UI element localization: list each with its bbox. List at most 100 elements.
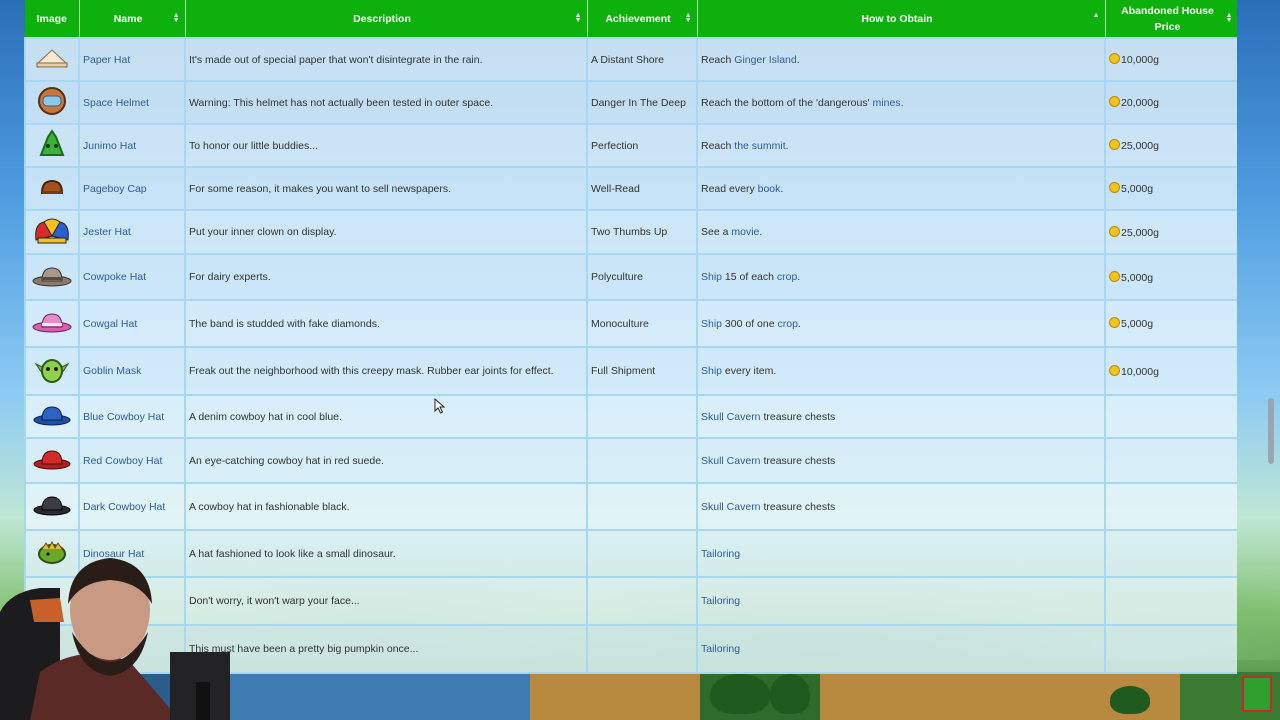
description-cell: Warning: This helmet has not actually be… — [184, 80, 588, 125]
tree-decoration — [710, 674, 770, 714]
obtain-text: See a — [701, 226, 732, 238]
hat-description: A denim cowboy hat in cool blue. — [189, 410, 342, 423]
column-header-name[interactable]: Name ▲ ▼ — [79, 0, 186, 38]
goblin-mask-icon — [34, 356, 70, 387]
hat-image-cell — [24, 123, 80, 168]
obtain-link[interactable]: Tailoring — [701, 643, 740, 655]
hat-name-cell: Paper Hat — [78, 37, 186, 82]
description-cell: Put your inner clown on display. — [184, 209, 588, 255]
hat-name-link[interactable]: Paper Hat — [83, 54, 130, 66]
sort-icon[interactable]: ▲ ▼ — [173, 12, 180, 24]
obtain-link[interactable]: crop — [777, 318, 797, 330]
hat-name-link[interactable]: Jester Hat — [83, 226, 131, 238]
hat-name-link[interactable]: Cowpoke Hat — [83, 271, 146, 283]
price-cell: 5,000g — [1104, 166, 1237, 211]
scrollbar-thumb[interactable] — [1268, 398, 1274, 464]
dark-cowboy-hat-icon — [32, 493, 72, 520]
sort-icon[interactable]: ▲ ▼ — [1226, 12, 1233, 24]
hat-name-link[interactable]: Pageboy Cap — [83, 183, 147, 195]
gold-coin-icon — [1109, 317, 1120, 328]
description-cell: To honor our little buddies... — [184, 123, 588, 168]
obtain-link[interactable]: movie — [731, 226, 759, 238]
hat-name-link[interactable]: Space Helmet — [83, 97, 149, 109]
column-header-how-to-obtain[interactable]: How to Obtain ▲ — [697, 0, 1106, 38]
description-cell: A hat fashioned to look like a small din… — [184, 529, 588, 578]
how-to-obtain-cell: Read every book. — [696, 166, 1106, 211]
how-to-obtain-cell: Skull Cavern treasure chests — [696, 437, 1106, 484]
achievement-cell: Well-Read — [586, 166, 698, 211]
space-helmet-icon — [35, 86, 69, 119]
how-to-obtain-cell: Reach the summit. — [696, 123, 1106, 168]
hat-name-cell: Pageboy Cap — [78, 166, 186, 211]
obtain-text: Reach — [701, 53, 735, 66]
table-row: Junimo Hat To honor our little buddies...… — [24, 123, 1237, 168]
achievement-name: Two Thumbs Up — [591, 226, 668, 238]
obtain-link[interactable]: Tailoring — [701, 548, 740, 560]
price-cell — [1104, 576, 1237, 626]
hat-name-link[interactable]: Red Cowboy Hat — [83, 455, 162, 467]
cowpoke-hat-icon — [31, 264, 73, 291]
description-cell: For some reason, it makes you want to se… — [184, 166, 588, 211]
hat-name-link[interactable]: Blue Cowboy Hat — [83, 411, 164, 423]
description-cell: It's made out of special paper that won'… — [184, 37, 588, 82]
hat-name-cell: Cowgal Hat — [78, 299, 186, 348]
column-header-achievement[interactable]: Achievement ▲ ▼ — [587, 0, 698, 38]
sort-icon[interactable]: ▲ ▼ — [685, 12, 692, 24]
gold-coin-icon — [1109, 182, 1120, 193]
obtain-link[interactable]: Skull Cavern — [701, 501, 761, 513]
column-header-description[interactable]: Description ▲ ▼ — [185, 0, 588, 38]
description-cell: This must have been a pretty big pumpkin… — [184, 624, 588, 674]
description-cell: For dairy experts. — [184, 253, 588, 301]
obtain-link[interactable]: Ship — [701, 365, 722, 377]
page-scrollbar[interactable] — [1267, 0, 1275, 720]
sort-ascending-icon[interactable]: ▲ — [1093, 12, 1100, 19]
hat-name-link[interactable]: Goblin Mask — [83, 365, 141, 377]
obtain-link[interactable]: mines — [873, 97, 901, 109]
achievement-name: Well-Read — [591, 182, 640, 195]
price-value: 20,000g — [1121, 97, 1159, 109]
hat-name-link[interactable]: Cowgal Hat — [83, 318, 137, 330]
achievement-name: Full Shipment — [591, 365, 656, 377]
hat-image-cell — [24, 437, 80, 484]
price-cell — [1104, 437, 1237, 484]
hat-name-cell: Dark Cowboy Hat — [78, 482, 186, 531]
obtain-link[interactable]: Skull Cavern — [701, 411, 761, 423]
gold-coin-icon — [1109, 225, 1120, 237]
obtain-link[interactable]: book — [758, 183, 781, 195]
hat-name-cell: Cowpoke Hat — [78, 253, 186, 301]
table-row: Red Cowboy Hat An eye-catching cowboy hat… — [24, 437, 1237, 484]
obtain-text: . — [785, 139, 789, 152]
obtain-link[interactable]: the summit — [734, 140, 785, 152]
obtain-text: 15 of each — [722, 271, 777, 283]
gold-coin-icon — [1109, 96, 1120, 107]
hat-name-link[interactable]: Dark Cowboy Hat — [83, 501, 165, 513]
table-row: Jester Hat Put your inner clown on displa… — [24, 209, 1237, 255]
achievement-name: A Distant Shore — [591, 53, 664, 66]
game-menu-button — [1242, 676, 1272, 712]
how-to-obtain-cell: Ship 15 of each crop. — [696, 253, 1106, 301]
obtain-text: treasure chests — [760, 410, 836, 423]
price-value: 5,000g — [1121, 271, 1154, 284]
obtain-link[interactable]: crop — [777, 271, 797, 283]
hat-name-link[interactable]: Junimo Hat — [83, 140, 136, 152]
table-row: Paper Hat It's made out of special paper … — [24, 37, 1237, 82]
how-to-obtain-cell: Reach Ginger Island. — [696, 37, 1106, 82]
blue-cowboy-hat-icon — [32, 403, 72, 430]
obtain-text: treasure chests — [760, 500, 836, 513]
achievement-cell: Monoculture — [586, 299, 698, 348]
price-cell: 5,000g — [1104, 253, 1237, 301]
obtain-link[interactable]: Tailoring — [701, 595, 740, 607]
column-header-abandoned-house-price[interactable]: Abandoned House Price ▲ ▼ — [1105, 0, 1237, 38]
table-row: Cowgal Hat The band is studded with fake … — [24, 299, 1237, 348]
sort-icon[interactable]: ▲ ▼ — [575, 12, 582, 24]
obtain-link[interactable]: Ginger Island — [734, 54, 796, 66]
achievement-cell: Polyculture — [586, 253, 698, 301]
price-value: 25,000g — [1121, 226, 1159, 239]
obtain-link[interactable]: Ship — [701, 318, 722, 330]
obtain-link[interactable]: Skull Cavern — [701, 455, 761, 467]
obtain-text: every item. — [722, 365, 777, 377]
obtain-link[interactable]: Ship — [701, 271, 722, 283]
description-cell: Don't worry, it won't warp your face... — [184, 576, 588, 626]
how-to-obtain-cell: Tailoring — [696, 624, 1106, 674]
price-cell: 5,000g — [1104, 299, 1237, 348]
